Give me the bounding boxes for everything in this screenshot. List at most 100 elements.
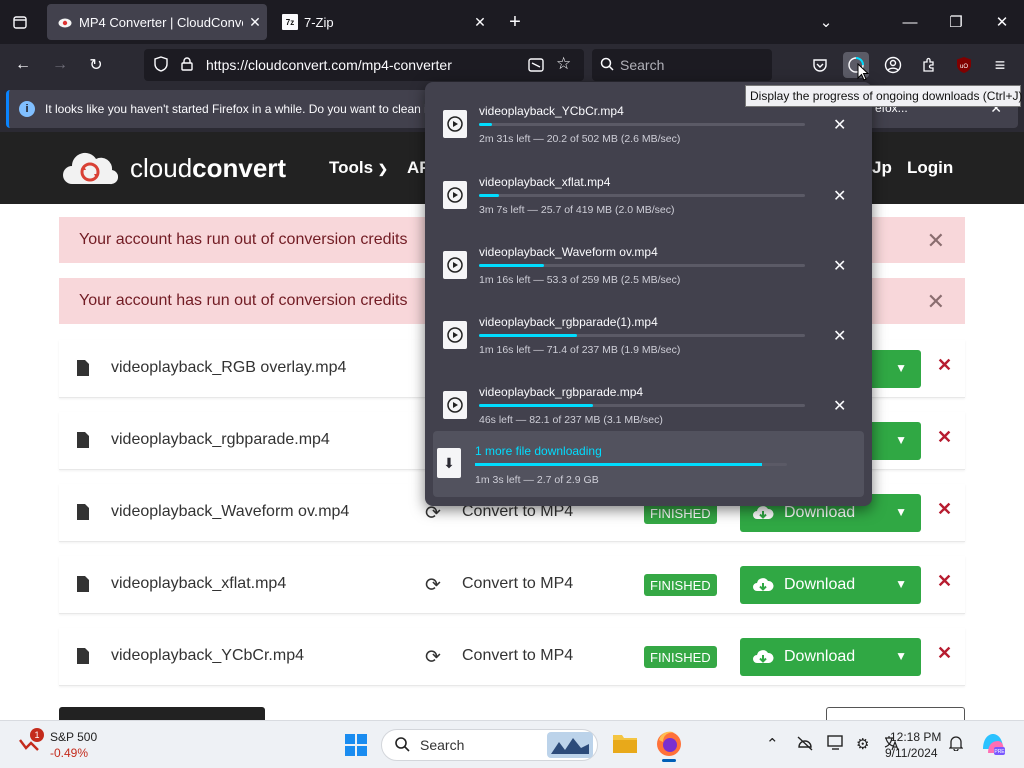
close-window-icon[interactable]: ✕ [990, 10, 1014, 34]
chevron-down-icon[interactable]: ▼ [895, 433, 907, 447]
taskbar-search[interactable]: Search [381, 729, 598, 761]
file-icon [77, 504, 89, 525]
delete-icon[interactable]: ✕ [937, 427, 952, 448]
notification-bell-icon[interactable] [948, 735, 964, 755]
download-item[interactable]: videoplayback_Waveform ov.mp4 1m 16s lef… [433, 229, 864, 299]
clock-time[interactable]: 12:18 PM [890, 730, 941, 744]
cancel-download-icon[interactable]: ✕ [833, 396, 846, 416]
app-menu-icon[interactable]: ≡ [987, 52, 1013, 78]
reader-view-icon[interactable] [528, 57, 544, 76]
alert-close-icon[interactable]: ✕ [927, 228, 945, 254]
nav-signup[interactable]: Jp [872, 158, 892, 178]
video-file-icon [443, 391, 467, 419]
nav-login[interactable]: Login [907, 158, 953, 178]
tab-close-icon[interactable]: ✕ [243, 14, 267, 31]
alert-close-icon[interactable]: ✕ [927, 289, 945, 315]
download-button[interactable]: Download ▼ [740, 638, 921, 676]
chevron-down-icon[interactable]: ▼ [895, 505, 907, 519]
logo-text-bold: convert [192, 152, 287, 183]
video-file-icon [443, 110, 467, 138]
convert-button[interactable] [826, 707, 965, 720]
url-bar[interactable]: https://cloudconvert.com/mp4-converter ☆ [144, 49, 584, 81]
download-button[interactable]: ▼ [869, 350, 921, 388]
new-tab-icon[interactable]: + [502, 10, 528, 34]
cloudconvert-logo[interactable]: cloud convert [62, 150, 286, 186]
reload-icon[interactable]: ↻ [83, 52, 109, 78]
forward-icon[interactable]: → [47, 52, 73, 78]
convert-format[interactable]: Convert to MP4 [462, 575, 573, 593]
add-files-button[interactable] [59, 707, 265, 720]
tab-close-icon[interactable]: ✕ [468, 14, 492, 31]
url-text[interactable]: https://cloudconvert.com/mp4-converter [206, 57, 452, 73]
cancel-download-icon[interactable]: ✕ [833, 256, 846, 276]
cancel-download-icon[interactable]: ✕ [833, 186, 846, 206]
download-status: 46s left — 82.1 of 237 MB (3.1 MB/sec) [479, 414, 663, 426]
download-filename: videoplayback_rgbparade(1).mp4 [479, 315, 658, 329]
chevron-up-icon[interactable]: ⌃ [766, 735, 779, 753]
tab-title: MP4 Converter | CloudConvert [79, 14, 243, 30]
refresh-icon: ⟳ [425, 575, 441, 596]
back-icon[interactable]: ← [10, 52, 36, 78]
7zip-favicon-icon: 7z [282, 14, 298, 30]
download-progress-bar [479, 123, 805, 126]
download-button[interactable]: ▼ [869, 422, 921, 460]
status-badge: FINISHED [644, 574, 717, 596]
pocket-icon[interactable] [807, 52, 833, 78]
tab-7zip[interactable]: 7z 7-Zip ✕ [272, 4, 492, 40]
chevron-down-icon[interactable]: ▼ [895, 361, 907, 375]
download-item[interactable]: videoplayback_rgbparade.mp4 46s left — 8… [433, 369, 864, 439]
convert-format[interactable]: Convert to MP4 [462, 647, 573, 665]
nav-tools[interactable]: Tools ❯ [329, 158, 388, 178]
more-downloads-item[interactable]: ⬇ 1 more file downloading 1m 3s left — 2… [433, 431, 864, 497]
download-status: 1m 16s left — 71.4 of 237 MB (1.9 MB/sec… [479, 344, 681, 356]
downloads-panel: videoplayback_YCbCr.mp4 2m 31s left — 20… [425, 82, 872, 506]
chevron-down-icon: ❯ [377, 162, 388, 176]
download-button[interactable]: Download ▼ [740, 566, 921, 604]
file-explorer-icon[interactable] [612, 732, 638, 756]
list-all-tabs-icon[interactable]: ⌄ [814, 10, 838, 34]
download-progress-fill [479, 334, 577, 337]
cancel-download-icon[interactable]: ✕ [833, 326, 846, 346]
search-icon [394, 736, 410, 755]
download-label: Download [784, 576, 856, 593]
extensions-icon[interactable] [916, 52, 942, 78]
navigation-bar: ← → ↻ https://cloudconvert.com/mp4-conve… [0, 44, 1024, 86]
delete-icon[interactable]: ✕ [937, 643, 952, 664]
firefox-taskbar-icon[interactable] [655, 730, 683, 762]
video-file-icon [443, 251, 467, 279]
tab-bar: MP4 Converter | CloudConvert ✕ 7z 7-Zip … [0, 0, 1024, 44]
more-downloads-label[interactable]: 1 more file downloading [475, 444, 602, 458]
ublock-origin-icon[interactable]: uO [951, 52, 977, 78]
delete-icon[interactable]: ✕ [937, 571, 952, 592]
stock-widget[interactable]: 1 S&P 500 -0.49% [18, 728, 118, 762]
lock-icon[interactable] [176, 56, 198, 74]
clock-date[interactable]: 9/11/2024 [885, 746, 938, 760]
display-icon[interactable] [827, 735, 845, 755]
download-status: 3m 7s left — 25.7 of 419 MB (2.0 MB/sec) [479, 204, 675, 216]
account-icon[interactable] [880, 52, 906, 78]
copilot-icon[interactable]: PRE [980, 731, 1006, 757]
download-item[interactable]: videoplayback_xflat.mp4 3m 7s left — 25.… [433, 159, 864, 229]
download-status: 2m 31s left — 20.2 of 502 MB (2.6 MB/sec… [479, 133, 681, 145]
chevron-down-icon[interactable]: ▼ [895, 577, 907, 591]
shield-icon[interactable] [150, 55, 172, 75]
stock-name: S&P 500 [50, 730, 98, 744]
network-icon[interactable] [796, 735, 814, 755]
tab-mp4-converter[interactable]: MP4 Converter | CloudConvert ✕ [47, 4, 267, 40]
cloud-download-icon [753, 506, 774, 519]
maximize-icon[interactable]: ❐ [944, 10, 968, 34]
search-bar[interactable]: Search [592, 49, 772, 81]
bookmark-star-icon[interactable]: ☆ [556, 54, 571, 74]
settings-icon[interactable]: ⚙ [856, 735, 869, 753]
file-name: videoplayback_RGB overlay.mp4 [111, 359, 347, 376]
delete-icon[interactable]: ✕ [937, 499, 952, 520]
start-button[interactable] [345, 734, 367, 756]
tab-list-icon[interactable] [8, 11, 32, 33]
download-item[interactable]: videoplayback_rgbparade(1).mp4 1m 16s le… [433, 299, 864, 369]
cancel-download-icon[interactable]: ✕ [833, 115, 846, 135]
delete-icon[interactable]: ✕ [937, 355, 952, 376]
minimize-icon[interactable]: — [898, 10, 922, 34]
search-highlight-icon [547, 732, 593, 758]
chevron-down-icon[interactable]: ▼ [895, 649, 907, 663]
download-arrow-icon: ⬇ [437, 448, 461, 478]
